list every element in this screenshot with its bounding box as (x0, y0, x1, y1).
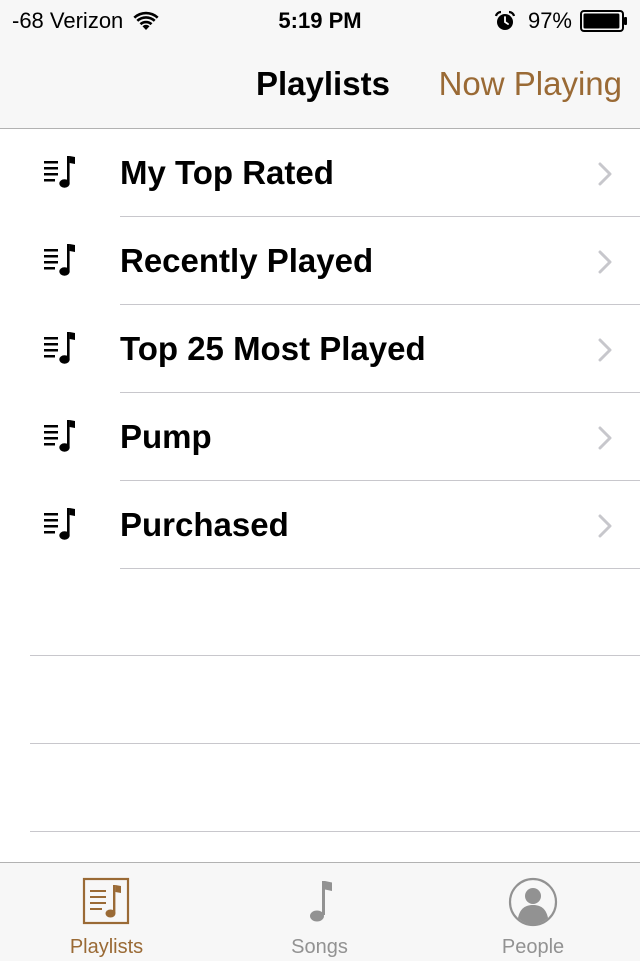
chevron-right-icon (598, 162, 612, 186)
playlist-label: Pump (120, 418, 212, 455)
playlist-row[interactable]: My Top Rated (0, 129, 640, 217)
playlist-list: My Top Rated Recently Played Top 25 Most… (0, 129, 640, 569)
playlists-tab-icon (82, 877, 132, 927)
tab-people[interactable]: People (426, 863, 640, 961)
playlist-icon (40, 241, 80, 281)
tab-label: Playlists (69, 936, 144, 958)
empty-row-separator (30, 743, 640, 744)
playlist-row[interactable]: Recently Played (0, 217, 640, 305)
top-bar-area: -68 Verizon 5:19 PM 97% Playlists Now Pl… (0, 0, 640, 129)
playlist-icon (40, 153, 80, 193)
status-right: 97% (494, 8, 628, 34)
playlist-icon (40, 505, 80, 545)
people-tab-icon (508, 877, 558, 927)
battery-fill (583, 13, 620, 29)
battery-percent: 97% (527, 8, 572, 33)
chevron-right-icon (598, 514, 612, 538)
playlist-label: Purchased (120, 506, 289, 543)
row-separator (120, 568, 640, 569)
chevron-right-icon (598, 250, 612, 274)
playlist-row[interactable]: Top 25 Most Played (0, 305, 640, 393)
playlist-label: Recently Played (120, 242, 374, 279)
playlist-icon (40, 417, 80, 457)
empty-row-separator (30, 831, 640, 832)
page-title: Playlists (256, 65, 390, 102)
chevron-right-icon (598, 426, 612, 450)
alarm-icon (494, 10, 516, 32)
tab-songs[interactable]: Songs (213, 863, 426, 961)
playlist-label: Top 25 Most Played (120, 330, 426, 367)
chevron-right-icon (598, 338, 612, 362)
playlist-icon (40, 329, 80, 369)
playlist-row[interactable]: Pump (0, 393, 640, 481)
now-playing-button[interactable]: Now Playing (439, 64, 622, 104)
tab-playlists[interactable]: Playlists (0, 863, 213, 961)
songs-tab-icon (295, 877, 345, 927)
empty-row-separator (30, 655, 640, 656)
tab-label: People (501, 936, 565, 958)
navigation-bar: Playlists Now Playing (0, 40, 640, 128)
battery-icon (580, 10, 628, 32)
playlist-label: My Top Rated (120, 154, 334, 191)
status-bar: -68 Verizon 5:19 PM 97% (0, 0, 640, 40)
playlist-row[interactable]: Purchased (0, 481, 640, 569)
tab-bar: Playlists Songs People (0, 862, 640, 961)
tab-label: Songs (291, 936, 348, 958)
